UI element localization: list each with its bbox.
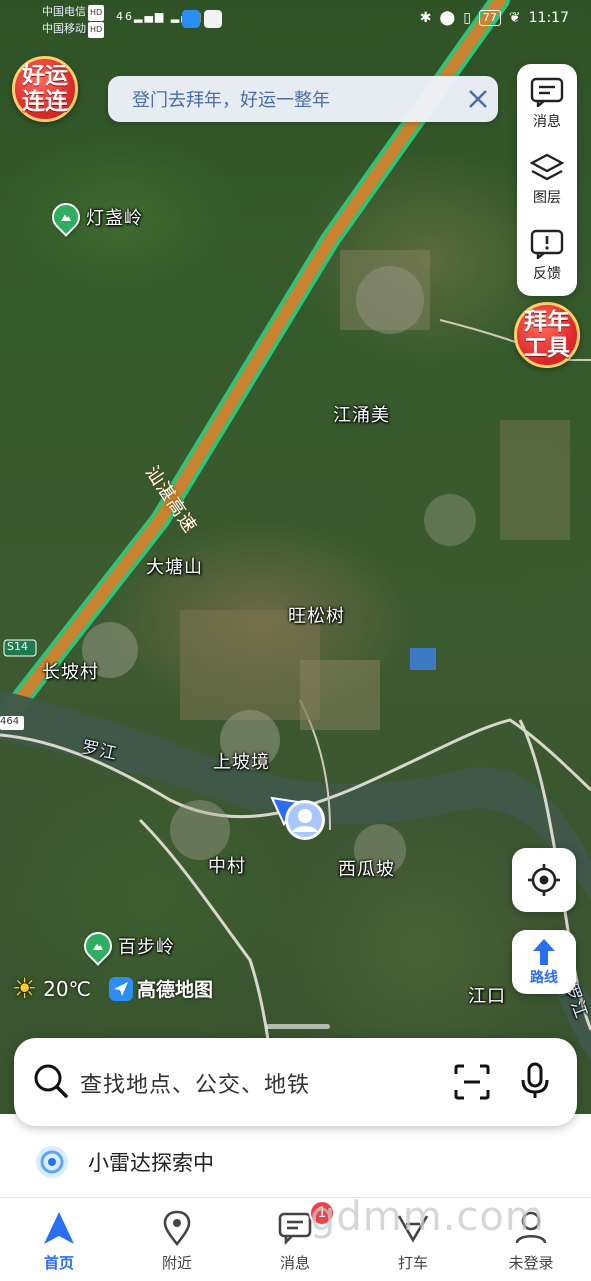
poi-dengzhanling[interactable]: 灯盏岭 (46, 197, 143, 237)
layers-label: 图层 (533, 190, 561, 206)
route-label: 路线 (530, 970, 558, 986)
satellite-map[interactable]: S14 464 汕湛高速 罗江 罗江 江涌美 大塘山 旺松树 长坡村 上坡境 中… (0, 0, 591, 1135)
temperature: 20℃ (43, 976, 92, 1001)
hd-badge: HD (88, 5, 105, 21)
mountain-poi-icon (78, 926, 118, 966)
place-zhongcun[interactable]: 中村 (208, 852, 246, 878)
crosshair-icon (528, 864, 560, 896)
place-shangpojing[interactable]: 上坡境 (213, 748, 270, 774)
location-pin-icon (163, 1210, 191, 1246)
messages-tool[interactable]: 消息 (517, 68, 577, 140)
radar-icon (36, 1146, 68, 1178)
clock: 11:17 (528, 10, 569, 26)
search-icon (34, 1064, 68, 1098)
mountain-poi-icon (46, 197, 86, 237)
tab-home[interactable]: 首页 (0, 1198, 118, 1281)
status-bar: 中国电信 HD 中国移动 HD 46▂▄▆ ▂▄▆ ✱ ⬤ ▯ 77 ❦ 11:17 (0, 0, 591, 40)
place-wangsongshu[interactable]: 旺松树 (288, 602, 345, 628)
location-status-icon: ⬤ (439, 10, 456, 26)
carrier-2: 中国移动 (42, 22, 86, 35)
tab-messages-label: 消息 (279, 1254, 310, 1272)
battery-icon: 77 (478, 10, 501, 26)
locate-button[interactable] (512, 848, 576, 912)
carrier-1: 中国电信 (42, 5, 86, 18)
tab-home-label: 首页 (43, 1254, 74, 1272)
vibrate-icon: ▯ (463, 10, 471, 26)
poi-dengzhanling-label: 灯盏岭 (86, 208, 143, 229)
sheet-drag-handle[interactable] (266, 1024, 330, 1029)
place-changpocun[interactable]: 长坡村 (42, 658, 99, 684)
carrier-info: 中国电信 HD 中国移动 HD (42, 4, 105, 38)
navigate-arrow-icon (44, 1212, 74, 1244)
message-icon (530, 77, 564, 107)
badge-line-2: 工具 (524, 335, 570, 361)
badge-line-1: 拜年 (524, 309, 570, 335)
search-placeholder[interactable]: 查找地点、公交、地铁 (80, 1067, 310, 1099)
weather-widget[interactable]: ☀ 20℃ 高德地图 (12, 972, 213, 1005)
place-jiangkou[interactable]: 江口 (468, 982, 506, 1008)
user-location-marker[interactable] (270, 796, 330, 846)
microphone-icon[interactable] (520, 1062, 550, 1100)
route-button[interactable]: 路线 (512, 930, 576, 994)
radar-text: 小雷达探索中 (88, 1151, 214, 1175)
tab-profile-label: 未登录 (508, 1254, 554, 1272)
place-xiguapo[interactable]: 西瓜坡 (338, 855, 395, 881)
hd-badge: HD (88, 22, 105, 38)
feedback-tool[interactable]: 反馈 (517, 220, 577, 292)
route-arrow-icon (533, 939, 555, 965)
place-jiangyongmei[interactable]: 江涌美 (333, 401, 390, 427)
new-year-tool-badge[interactable]: 拜年 工具 (514, 302, 580, 368)
poi-baibuling-label: 百步岭 (118, 937, 175, 958)
bluetooth-icon: ✱ (419, 10, 432, 26)
road-464-label: 464 (0, 716, 20, 727)
leaf-icon: ❦ (508, 10, 521, 26)
poi-baibuling[interactable]: 百步岭 (78, 926, 175, 966)
messages-label: 消息 (533, 114, 561, 130)
radar-row[interactable]: 小雷达探索中 (34, 1144, 214, 1180)
feedback-icon (530, 229, 564, 259)
map-toolbar: 消息 图层 反馈 (517, 64, 577, 296)
layers-tool[interactable]: 图层 (517, 144, 577, 216)
badge-line-1: 好运 (22, 63, 68, 89)
app-notification-icon (204, 10, 222, 28)
message-icon (278, 1212, 312, 1246)
close-icon[interactable] (458, 79, 498, 119)
place-datangshan[interactable]: 大塘山 (146, 553, 203, 579)
scan-icon[interactable] (454, 1064, 490, 1100)
status-right: ✱ ⬤ ▯ 77 ❦ 11:17 (420, 10, 569, 26)
amap-logo: 高德地图 (109, 975, 213, 1002)
good-luck-badge[interactable]: 好运 连连 (12, 56, 78, 122)
amap-logo-icon (109, 976, 134, 1001)
badge-line-2: 连连 (22, 89, 68, 115)
feedback-label: 反馈 (533, 266, 561, 282)
search-bar[interactable]: 查找地点、公交、地铁 (14, 1038, 577, 1126)
tab-taxi-label: 打车 (397, 1254, 428, 1272)
watermark: gdmm.com (310, 1194, 545, 1240)
weather-app-icon (182, 10, 200, 28)
banner-text: 登门去拜年，好运一整年 (132, 90, 330, 111)
promo-banner[interactable]: 登门去拜年，好运一整年 (108, 76, 498, 122)
sun-icon: ☀ (12, 972, 38, 1005)
road-s14-label: S14 (7, 640, 28, 653)
tab-nearby[interactable]: 附近 (118, 1198, 236, 1281)
map-overlay (0, 0, 591, 1060)
tab-nearby-label: 附近 (161, 1254, 192, 1272)
layers-icon (530, 153, 564, 181)
amap-brand: 高德地图 (137, 979, 214, 1001)
